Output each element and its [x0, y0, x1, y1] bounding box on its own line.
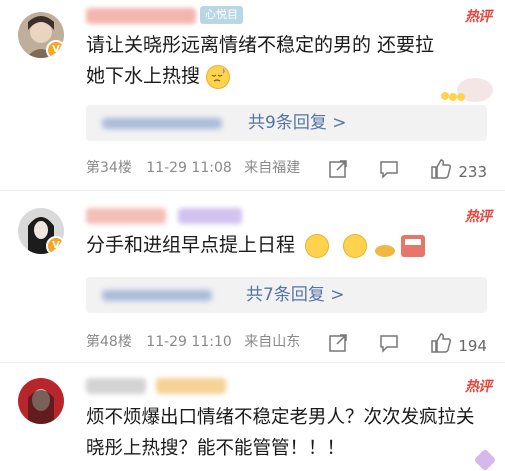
- divider: [0, 362, 505, 363]
- verified-badge-icon: V: [46, 40, 64, 58]
- comment-actions: 194: [328, 332, 487, 360]
- comment-meta: 第48楼 11-29 11:10 来自山东 194: [86, 332, 487, 355]
- username-blurred[interactable]: [86, 8, 196, 24]
- replies-summary[interactable]: 共9条回复 >: [86, 105, 487, 141]
- username-blurred[interactable]: [86, 208, 166, 224]
- cheer-emoji-icon: [343, 233, 368, 258]
- comment-icon[interactable]: [378, 159, 400, 185]
- fan-badge: 心悦目: [200, 6, 243, 24]
- like-count: 233: [458, 163, 487, 181]
- comment-meta: 第34楼 11-29 11:08 来自福建 233: [86, 158, 487, 181]
- reply-preview-blurred: [102, 290, 212, 301]
- avatar[interactable]: V: [18, 12, 64, 58]
- verified-badge-icon: V: [46, 236, 64, 254]
- fan-badge-blurred: [178, 208, 242, 224]
- comment-icon[interactable]: [378, 333, 400, 359]
- timestamp: 11-29 11:08: [146, 160, 232, 176]
- floor-number: 第34楼: [86, 160, 132, 176]
- hot-comment-label: 热评: [465, 9, 492, 25]
- reply-count-link[interactable]: 共9条回复 >: [248, 105, 346, 141]
- comment-actions: 233: [328, 158, 487, 186]
- comment-text: 分手和进组早点提上日程: [86, 230, 487, 261]
- reply-count-link[interactable]: 共7条回复 >: [246, 277, 344, 313]
- username-blurred[interactable]: [86, 378, 146, 394]
- sticker-decoration: [441, 78, 493, 102]
- comment-text-content: 请让关晓彤远离情绪不稳定的男的 还要拉她下水上热搜: [86, 34, 435, 87]
- tea-set-icon: [375, 234, 426, 257]
- avatar-image: [18, 378, 64, 424]
- like-icon[interactable]: [430, 332, 452, 360]
- hot-comment-label: 热评: [465, 209, 492, 225]
- share-icon[interactable]: [328, 159, 348, 185]
- timestamp: 11-29 11:10: [146, 334, 232, 350]
- location: 来自福建: [244, 160, 301, 176]
- comment-text: 请让关晓彤远离情绪不稳定的男的 还要拉她下水上热搜: [86, 30, 445, 92]
- reply-preview-blurred: [102, 118, 222, 129]
- floor-number: 第48楼: [86, 334, 132, 350]
- fan-badge-blurred: [156, 378, 226, 394]
- like-count: 194: [458, 337, 487, 355]
- location: 来自山东: [244, 334, 301, 350]
- hot-comment-label: 热评: [465, 379, 492, 395]
- comment-text: 烦不烦爆出口情绪不稳定老男人？次次发疯拉关晓彤上热搜？能不能管管！！！: [86, 402, 489, 464]
- cheer-emoji-icon: [305, 233, 330, 258]
- share-icon[interactable]: [328, 333, 348, 359]
- fan-badge-label: 心悦目: [205, 8, 238, 21]
- replies-summary[interactable]: 共7条回复 >: [86, 277, 487, 313]
- comment-text-content: 烦不烦爆出口情绪不稳定老男人？次次发疯拉关晓彤上热搜？能不能管管！！！: [86, 407, 475, 459]
- avatar[interactable]: V: [18, 208, 64, 254]
- avatar[interactable]: [18, 378, 64, 424]
- comment-text-content: 分手和进组早点提上日程: [86, 234, 296, 256]
- like-icon[interactable]: [430, 158, 452, 186]
- divider: [0, 190, 505, 191]
- sleepy-emoji-icon: [206, 64, 231, 89]
